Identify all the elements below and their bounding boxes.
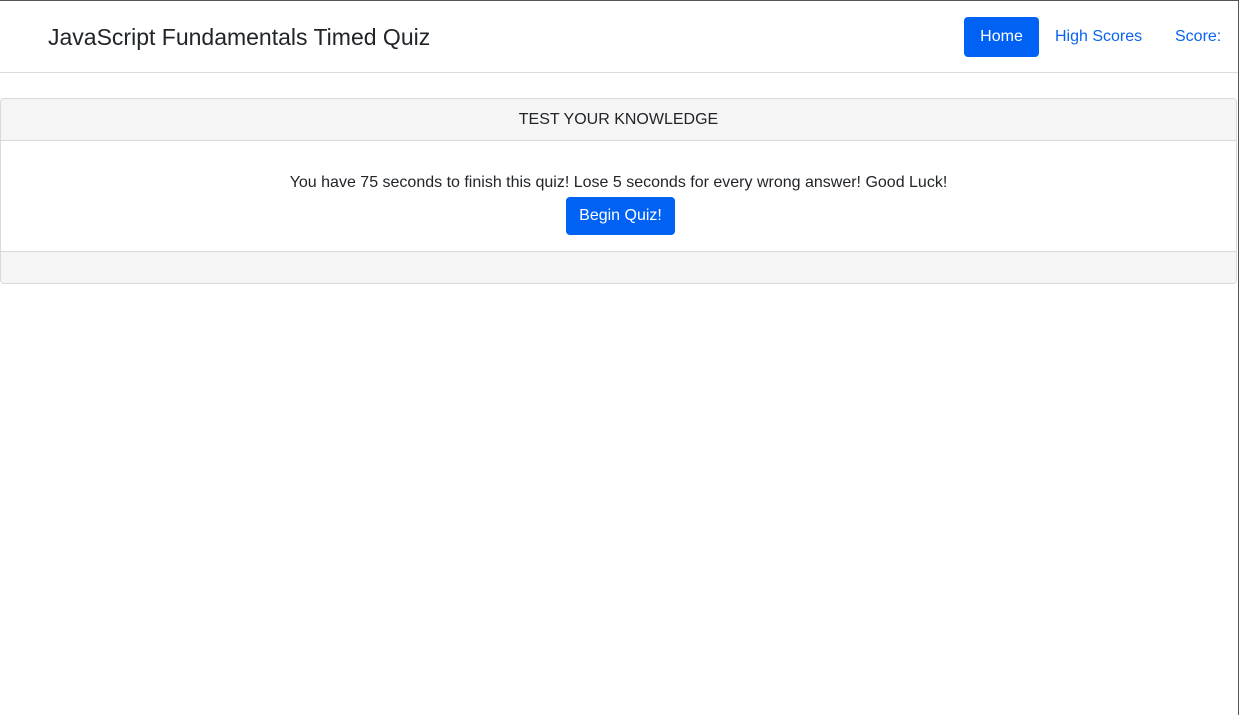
card-body: You have 75 seconds to finish this quiz!…: [1, 141, 1236, 251]
card-header: TEST YOUR KNOWLEDGE: [1, 99, 1236, 141]
home-button[interactable]: Home: [964, 17, 1039, 57]
quiz-instructions: You have 75 seconds to finish this quiz!…: [289, 174, 948, 191]
high-scores-link[interactable]: High Scores: [1055, 17, 1142, 57]
quiz-card: TEST YOUR KNOWLEDGE You have 75 seconds …: [0, 98, 1237, 284]
page: JavaScript Fundamentals Timed Quiz Home …: [0, 0, 1239, 715]
score-label: Score:: [1175, 28, 1222, 45]
app-title: JavaScript Fundamentals Timed Quiz: [48, 24, 431, 50]
card-footer: [1, 251, 1236, 283]
navbar: JavaScript Fundamentals Timed Quiz Home …: [0, 1, 1238, 73]
begin-quiz-button[interactable]: Begin Quiz!: [566, 197, 675, 235]
